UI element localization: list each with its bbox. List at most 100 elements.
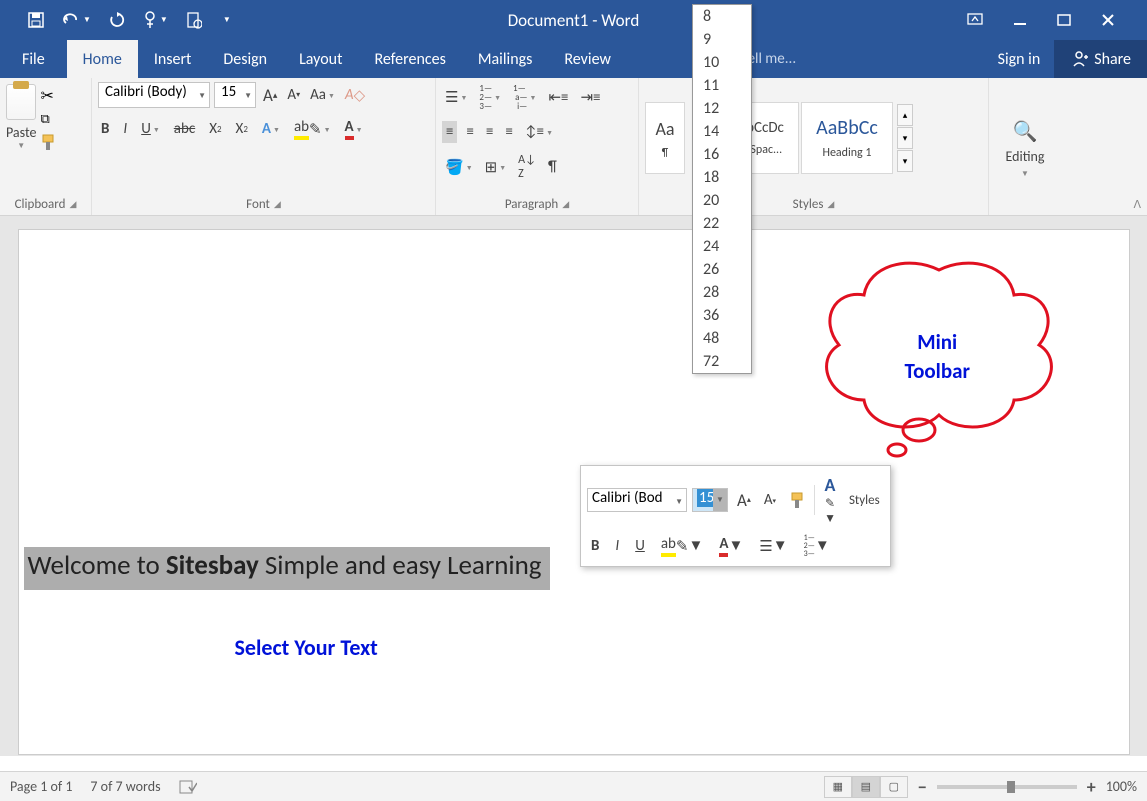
zoom-level[interactable]: 100% (1106, 778, 1137, 795)
size-option[interactable]: 28 (693, 281, 751, 304)
font-color-button[interactable]: A▼ (342, 116, 366, 142)
menu-file[interactable]: File (0, 40, 67, 78)
grow-font-button[interactable]: A▴ (260, 83, 280, 108)
clipboard-launcher[interactable]: ◢ (69, 199, 76, 210)
menu-mailings[interactable]: Mailings (462, 40, 549, 78)
styles-scroll[interactable]: ▴▾▾ (897, 104, 913, 172)
superscript-button[interactable]: X2 (233, 118, 251, 140)
shrink-font-button[interactable]: A▾ (284, 84, 303, 106)
underline-button[interactable]: U▼ (138, 118, 163, 140)
multilevel-button[interactable]: 1— a— i—▼ (510, 82, 539, 113)
zoom-in-button[interactable]: + (1087, 776, 1096, 798)
numbering-button[interactable]: 1—2—3—▼ (476, 82, 504, 113)
size-option[interactable]: 11 (693, 74, 751, 97)
size-option[interactable]: 36 (693, 304, 751, 327)
borders-button[interactable]: ⊞▼ (482, 156, 510, 179)
sort-button[interactable]: A↓Z (515, 151, 539, 183)
size-option[interactable]: 72 (693, 350, 751, 373)
read-mode-button[interactable]: ▦ (824, 776, 852, 798)
mini-italic[interactable]: I (611, 535, 623, 557)
word-count[interactable]: 7 of 7 words (90, 778, 160, 795)
menu-design[interactable]: Design (207, 40, 283, 78)
size-option[interactable]: 16 (693, 143, 751, 166)
strikethrough-button[interactable]: abc (171, 118, 198, 140)
print-preview-button[interactable] (186, 11, 202, 29)
maximize-button[interactable] (1057, 13, 1071, 27)
styles-launcher[interactable]: ◢ (827, 199, 834, 210)
font-size-combo[interactable]: 15▼ (214, 82, 256, 108)
web-layout-button[interactable]: ▢ (880, 776, 908, 798)
size-option[interactable]: 8 (693, 5, 751, 28)
subscript-button[interactable]: X2 (206, 118, 224, 140)
qat-customize-button[interactable]: ▼ (220, 15, 231, 25)
menu-references[interactable]: References (358, 40, 461, 78)
size-option[interactable]: 26 (693, 258, 751, 281)
align-left-button[interactable]: ≡ (442, 121, 457, 143)
mini-grow-font[interactable]: A▴ (733, 488, 755, 513)
mini-numbering[interactable]: 1—2—3—▼ (800, 532, 834, 560)
close-button[interactable] (1101, 13, 1115, 27)
cut-button[interactable]: ✂ (40, 86, 56, 106)
mini-bullets[interactable]: ☰▼ (755, 535, 791, 558)
mini-styles-label[interactable]: Styles (845, 491, 884, 510)
copy-button[interactable]: ⧉ (40, 112, 56, 127)
change-case-button[interactable]: Aa▼ (307, 84, 338, 106)
touch-mode-button[interactable]: ▼ (143, 11, 168, 29)
menu-layout[interactable]: Layout (283, 40, 358, 78)
bold-button[interactable]: B (98, 118, 112, 140)
size-option[interactable]: 48 (693, 327, 751, 350)
decrease-indent-button[interactable]: ⇤≡ (545, 86, 571, 109)
selected-text[interactable]: Welcome to Sitesbay Simple and easy Lear… (24, 547, 550, 590)
menu-home[interactable]: Home (67, 40, 138, 78)
paste-button[interactable]: Paste ▼ (6, 82, 36, 194)
style-heading-1[interactable]: AaBbCc Heading 1 (801, 102, 893, 174)
align-center-button[interactable]: ≡ (463, 121, 476, 143)
zoom-slider[interactable] (937, 785, 1077, 789)
menu-insert[interactable]: Insert (138, 40, 208, 78)
save-button[interactable] (28, 12, 44, 28)
mini-size-combo[interactable]: 15▼ (692, 488, 728, 512)
undo-button[interactable]: ▼ (62, 13, 91, 27)
mini-font-color[interactable]: A▼ (715, 533, 747, 559)
size-option[interactable]: 24 (693, 235, 751, 258)
mini-underline[interactable]: U (631, 535, 649, 557)
font-size-dropdown[interactable]: 8 9 10 11 12 14 16 18 20 22 24 26 28 36 … (692, 4, 752, 374)
align-right-button[interactable]: ≡ (483, 121, 496, 143)
show-marks-button[interactable]: ¶ (545, 156, 560, 178)
zoom-out-button[interactable]: − (918, 776, 927, 798)
text-effects-button[interactable]: A▼ (259, 118, 283, 140)
increase-indent-button[interactable]: ⇥≡ (578, 86, 604, 109)
justify-button[interactable]: ≡ (502, 121, 515, 143)
spell-check-icon[interactable] (179, 779, 197, 795)
bullets-button[interactable]: ☰▼ (442, 86, 470, 109)
share-button[interactable]: Share (1054, 40, 1147, 78)
sign-in-button[interactable]: Sign in (984, 50, 1055, 69)
mini-bold[interactable]: B (587, 535, 603, 557)
clear-formatting-button[interactable]: A◇ (342, 84, 368, 107)
size-option[interactable]: 12 (693, 97, 751, 120)
editing-button[interactable]: 🔍 Editing ▼ (995, 82, 1055, 215)
mini-font-combo[interactable]: Calibri (Bod▼ (587, 488, 687, 512)
mini-styles-button[interactable]: A✎▼ (820, 472, 840, 528)
print-layout-button[interactable]: ▤ (852, 776, 880, 798)
ribbon-display-button[interactable] (967, 13, 983, 27)
line-spacing-button[interactable]: ↕≡▼ (522, 121, 556, 143)
minimize-button[interactable] (1013, 13, 1027, 27)
menu-review[interactable]: Review (548, 40, 627, 78)
size-option[interactable]: 9 (693, 28, 751, 51)
page-indicator[interactable]: Page 1 of 1 (10, 778, 72, 795)
format-painter-button[interactable] (40, 133, 56, 151)
collapse-ribbon-button[interactable]: ᐱ (1133, 198, 1141, 211)
shading-button[interactable]: 🪣▼ (442, 156, 476, 179)
mini-shrink-font[interactable]: A▾ (760, 489, 780, 511)
size-option[interactable]: 20 (693, 189, 751, 212)
size-option[interactable]: 10 (693, 51, 751, 74)
font-name-combo[interactable]: Calibri (Body)▼ (98, 82, 210, 108)
style-normal[interactable]: Aa ¶ (645, 102, 685, 174)
redo-button[interactable] (109, 12, 125, 28)
highlight-button[interactable]: ab✎▼ (291, 116, 334, 142)
mini-format-painter[interactable] (785, 489, 809, 511)
size-option[interactable]: 14 (693, 120, 751, 143)
document-page[interactable]: Welcome to Sitesbay Simple and easy Lear… (19, 230, 1129, 754)
paragraph-launcher[interactable]: ◢ (562, 199, 569, 210)
